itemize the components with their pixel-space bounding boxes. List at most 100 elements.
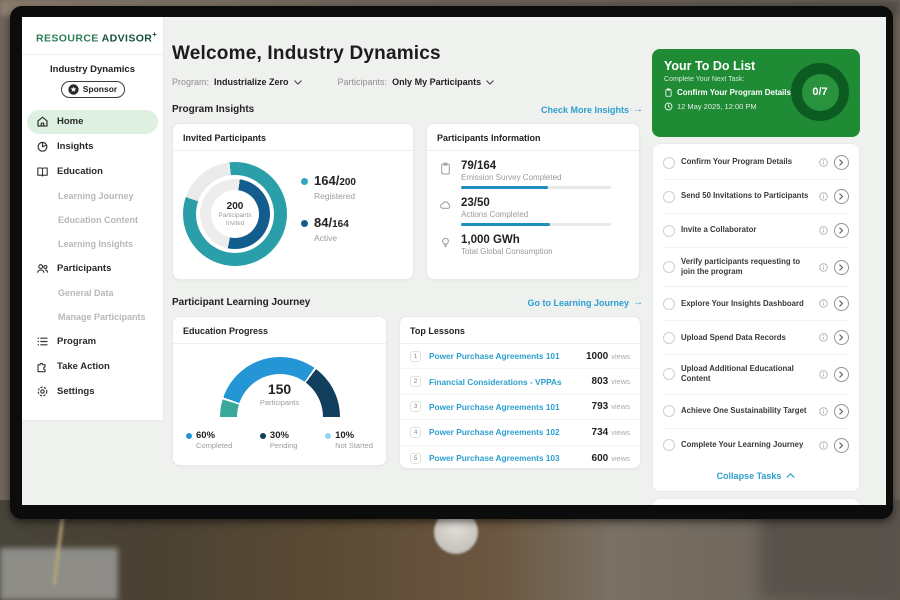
lesson-link[interactable]: Power Purchase Agreements 101 [429, 402, 592, 412]
task-row[interactable]: Explore Your Insights Dashboard [663, 287, 849, 321]
top-lessons-card: Top Lessons 1 Power Purchase Agreements … [399, 316, 641, 469]
info-icon[interactable] [819, 441, 828, 450]
info-icon[interactable] [819, 333, 828, 342]
task-row[interactable]: Send 50 Invitations to Participants [663, 180, 849, 214]
task-open-button[interactable] [834, 438, 849, 453]
task-checkbox[interactable] [663, 261, 675, 273]
todo-progress-count: 0/7 [802, 74, 839, 111]
education-gauge-chart: 150 Participants [213, 357, 347, 419]
gauge-center-label: Participants [213, 398, 347, 407]
lesson-link[interactable]: Power Purchase Agreements 101 [429, 351, 586, 361]
task-row[interactable]: Confirm Your Program Details [663, 146, 849, 180]
info-icon[interactable] [819, 226, 828, 235]
participants-information-card: Participants Information 79/164 Emission… [426, 123, 640, 280]
info-icon[interactable] [819, 299, 828, 308]
chevron-right-icon [839, 371, 844, 378]
progress-bar-fill [461, 223, 550, 226]
task-checkbox[interactable] [663, 405, 675, 417]
task-checkbox[interactable] [663, 298, 675, 310]
task-row[interactable]: Achieve One Sustainability Target [663, 395, 849, 429]
task-row[interactable]: Invite a Collaborator [663, 214, 849, 248]
task-open-button[interactable] [834, 260, 849, 275]
task-checkbox[interactable] [663, 439, 675, 451]
legend-label: Active [314, 233, 356, 243]
sponsor-badge: Sponsor [61, 81, 125, 98]
invited-body: 200 Participants Invited 164/200 [173, 151, 413, 266]
task-checkbox[interactable] [663, 157, 675, 169]
info-icon[interactable] [819, 192, 828, 201]
education-progress-card: Education Progress 150 Participants 60% … [172, 316, 387, 466]
legend-label: Registered [314, 191, 356, 201]
clock-icon [664, 102, 673, 111]
sidebar-item-insights[interactable]: Insights [22, 134, 163, 159]
collapse-label: Collapse Tasks [717, 471, 782, 481]
sidebar-item-education-content[interactable]: Education Content [22, 208, 163, 232]
sidebar-item-take-action[interactable]: Take Action [22, 354, 163, 379]
stat-value: 23/50 [461, 197, 611, 209]
task-label: Send 50 Invitations to Participants [681, 191, 813, 201]
todo-next-task-label: Confirm Your Program Details [677, 88, 791, 97]
legend-label: Pending [270, 441, 298, 450]
sidebar-item-learning-insights[interactable]: Learning Insights [22, 232, 163, 256]
sponsor-label: Sponsor [83, 84, 117, 94]
todo-summary-panel: Your To Do List Complete Your Next Task:… [652, 49, 860, 137]
invited-donut-chart: 200 Participants Invited [183, 162, 287, 266]
task-open-button[interactable] [834, 296, 849, 311]
todo-progress-ring: 0/7 [791, 63, 849, 121]
page-title: Welcome, Industry Dynamics [172, 43, 651, 65]
info-icon[interactable] [819, 158, 828, 167]
task-row[interactable]: Verify participants requesting to join t… [663, 248, 849, 287]
task-row[interactable]: Upload Additional Educational Content [663, 355, 849, 394]
lesson-link[interactable]: Power Purchase Agreements 102 [429, 427, 592, 437]
donut-center: 200 Participants Invited [211, 190, 259, 238]
lesson-link[interactable]: Financial Considerations - VPPAs [429, 377, 592, 387]
sidebar-item-learning-journey[interactable]: Learning Journey [22, 184, 163, 208]
sidebar-item-program[interactable]: Program [22, 329, 163, 354]
task-open-button[interactable] [834, 367, 849, 382]
task-checkbox[interactable] [663, 191, 675, 203]
views-suffix: views [611, 454, 630, 463]
task-open-button[interactable] [834, 330, 849, 345]
sidebar-item-label: Home [57, 116, 83, 127]
gauge-center-value: 150 [213, 381, 347, 397]
lesson-views: 803 [592, 376, 609, 387]
collapse-tasks-link[interactable]: Collapse Tasks [663, 462, 849, 489]
task-checkbox[interactable] [663, 332, 675, 344]
chevron-right-icon [839, 408, 844, 415]
sidebar-item-settings[interactable]: Settings [22, 379, 163, 404]
task-open-button[interactable] [834, 155, 849, 170]
learning-journey-header: Participant Learning Journey Go to Learn… [172, 297, 643, 308]
legend-not-started: 10% Not Started [325, 430, 373, 450]
info-icon[interactable] [819, 407, 828, 416]
sidebar-item-education[interactable]: Education [22, 159, 163, 184]
task-label: Explore Your Insights Dashboard [681, 299, 813, 309]
check-more-insights-link[interactable]: Check More Insights → [541, 104, 643, 115]
chevron-right-icon [839, 227, 844, 234]
info-icon[interactable] [819, 370, 828, 379]
participants-label: Participants: [338, 77, 388, 87]
task-open-button[interactable] [834, 189, 849, 204]
info-icon[interactable] [819, 263, 828, 272]
lesson-link[interactable]: Power Purchase Agreements 103 [429, 453, 592, 463]
task-row[interactable]: Complete Your Learning Journey [663, 429, 849, 462]
task-open-button[interactable] [834, 223, 849, 238]
program-dropdown[interactable]: Program: Industrialize Zero [172, 77, 302, 87]
sidebar-item-home[interactable]: Home [27, 110, 158, 134]
card-title: Top Lessons [400, 317, 640, 344]
list-icon [36, 335, 49, 348]
task-label: Confirm Your Program Details [681, 157, 813, 167]
lesson-rank: 1 [410, 351, 421, 362]
task-row[interactable]: Upload Spend Data Records [663, 321, 849, 355]
home-icon [36, 115, 49, 128]
task-checkbox[interactable] [663, 368, 675, 380]
sidebar-item-participants[interactable]: Participants [22, 256, 163, 281]
sidebar-item-manage-participants[interactable]: Manage Participants [22, 305, 163, 329]
go-to-learning-journey-link[interactable]: Go to Learning Journey → [527, 297, 643, 308]
task-open-button[interactable] [834, 404, 849, 419]
task-checkbox[interactable] [663, 225, 675, 237]
sidebar-item-general-data[interactable]: General Data [22, 281, 163, 305]
chevron-right-icon [839, 442, 844, 449]
legend-pct: 30% [270, 430, 289, 441]
screen: RESOURCE ADVISOR+ Industry Dynamics Spon… [22, 17, 886, 505]
participants-dropdown[interactable]: Participants: Only My Participants [338, 77, 495, 87]
